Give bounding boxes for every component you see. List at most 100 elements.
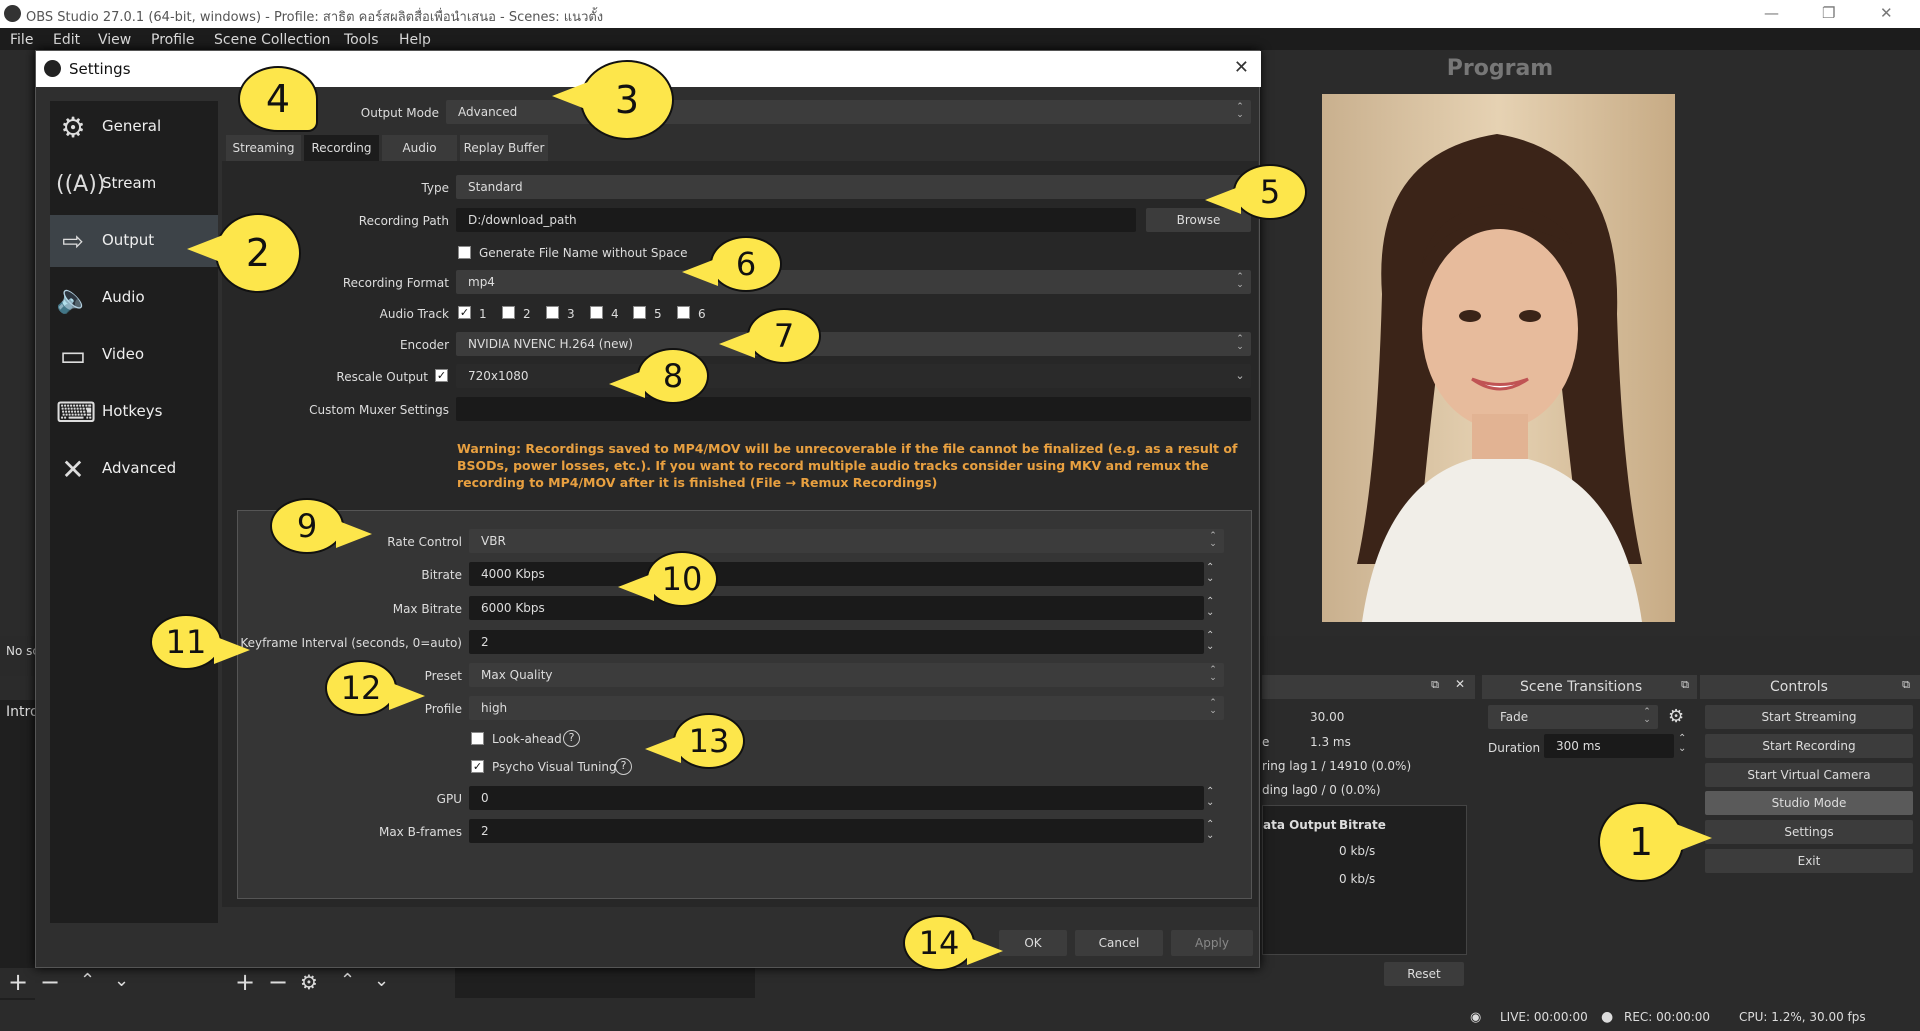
exit-button[interactable]: Exit <box>1705 849 1913 873</box>
add-source-icon[interactable]: + <box>235 968 255 996</box>
psycho-visual-checkbox[interactable]: ✓ <box>471 760 484 773</box>
bframes-input[interactable]: 2 <box>469 819 1204 843</box>
output-stats-table: ata Output Bitrate 0 kb/s 0 kb/s <box>1262 805 1467 955</box>
menu-tools[interactable]: Tools <box>344 32 379 48</box>
help-icon[interactable]: ? <box>563 730 580 747</box>
float-icon[interactable]: ⧉ <box>1431 678 1439 692</box>
source-up-icon[interactable]: ⌃ <box>340 970 355 991</box>
bframes-stepper-icon[interactable]: ⌃ ⌄ <box>1206 819 1214 841</box>
help-icon[interactable]: ? <box>615 758 632 775</box>
cancel-button[interactable]: Cancel <box>1075 930 1163 956</box>
move-up-icon[interactable]: ⌃ <box>80 970 95 991</box>
sidebar-label: Video <box>102 345 145 363</box>
menu-profile[interactable]: Profile <box>151 32 195 48</box>
settings-title: Settings <box>69 60 131 78</box>
generate-name-checkbox[interactable] <box>458 246 471 259</box>
close-dialog-icon[interactable]: ✕ <box>1234 57 1249 78</box>
generate-name-label: Generate File Name without Space <box>479 246 688 260</box>
type-select[interactable]: Standard⌃⌄ <box>456 175 1251 199</box>
move-down-icon[interactable]: ⌄ <box>114 970 129 991</box>
stat-render-lag: 1 / 14910 (0.0%) <box>1310 759 1412 773</box>
source-down-icon[interactable]: ⌄ <box>374 970 389 991</box>
scenes-list[interactable]: Intro <box>0 700 39 1000</box>
maximize-icon[interactable]: ❐ <box>1822 4 1835 22</box>
tab-streaming[interactable]: Streaming <box>226 135 301 161</box>
rate-control-select[interactable]: VBR ⌃ ⌄ <box>469 529 1224 553</box>
track-3-checkbox[interactable] <box>546 306 559 319</box>
start-recording-button[interactable]: Start Recording <box>1705 734 1913 758</box>
rescale-combobox[interactable]: 720x1080 ⌄ <box>456 364 1251 388</box>
menu-help[interactable]: Help <box>399 32 431 48</box>
ok-button[interactable]: OK <box>999 930 1067 956</box>
menu-view[interactable]: View <box>98 32 131 48</box>
transition-select[interactable]: Fade ⌃ ⌄ <box>1488 705 1658 729</box>
max-bitrate-input[interactable]: 6000 Kbps <box>469 596 1204 620</box>
controls-title: Controls <box>1770 679 1828 695</box>
bitrate-label: Bitrate <box>421 568 462 582</box>
sidebar-label: Output <box>102 231 155 249</box>
start-virtual-camera-button[interactable]: Start Virtual Camera <box>1705 763 1913 787</box>
reset-button[interactable]: Reset <box>1384 962 1464 986</box>
stat-encode-lag-label: ding lag <box>1262 783 1311 797</box>
gpu-stepper-icon[interactable]: ⌃ ⌄ <box>1206 786 1214 808</box>
tab-audio[interactable]: Audio <box>382 135 457 161</box>
sidebar-item-stream[interactable]: ((A)) Stream <box>50 158 218 210</box>
bitrate-input[interactable]: 4000 Kbps <box>469 562 1204 586</box>
sidebar-item-video[interactable]: ▭ Video <box>50 329 218 381</box>
tab-replay-buffer[interactable]: Replay Buffer <box>460 135 548 161</box>
float-transitions-icon[interactable]: ⧉ <box>1681 678 1689 692</box>
start-streaming-button[interactable]: Start Streaming <box>1705 705 1913 729</box>
encoder-select[interactable]: NVIDIA NVENC H.264 (new) ⌃ ⌄ <box>456 332 1251 356</box>
keyframe-input[interactable]: 2 <box>469 630 1204 654</box>
max-bitrate-stepper-icon[interactable]: ⌃ ⌄ <box>1206 596 1214 618</box>
stat-frame-time: 1.3 ms <box>1310 735 1351 749</box>
float-controls-icon[interactable]: ⧉ <box>1902 678 1910 692</box>
duration-input[interactable]: 300 ms <box>1544 734 1674 758</box>
track-6-checkbox[interactable] <box>677 306 690 319</box>
bitrate-stepper-icon[interactable]: ⌃ ⌄ <box>1206 562 1214 584</box>
track-2-checkbox[interactable] <box>502 306 515 319</box>
tools-icon: ✕ <box>61 453 85 486</box>
scene-item[interactable]: Intro <box>6 704 39 720</box>
track-4-checkbox[interactable] <box>590 306 603 319</box>
duration-stepper-icon[interactable]: ⌃ ⌄ <box>1678 734 1686 754</box>
callout-number: 9 <box>296 507 318 545</box>
close-icon[interactable]: ✕ <box>1880 4 1893 22</box>
format-select[interactable]: mp4 ⌃ ⌄ <box>456 270 1251 294</box>
remove-scene-icon[interactable]: − <box>40 968 60 996</box>
apply-button[interactable]: Apply <box>1171 930 1253 956</box>
close-stats-icon[interactable]: ✕ <box>1455 677 1465 691</box>
keyframe-stepper-icon[interactable]: ⌃ ⌄ <box>1206 630 1214 652</box>
muxer-settings-input[interactable] <box>456 397 1251 421</box>
rescale-value: 720x1080 <box>468 369 529 383</box>
menu-file[interactable]: File <box>10 32 33 48</box>
add-scene-icon[interactable]: + <box>8 968 28 996</box>
sidebar-item-advanced[interactable]: ✕ Advanced <box>50 443 218 495</box>
tab-recording[interactable]: Recording <box>304 135 379 161</box>
lookahead-checkbox[interactable] <box>471 732 484 745</box>
source-gear-icon[interactable]: ⚙ <box>300 970 318 994</box>
studio-mode-button[interactable]: Studio Mode <box>1705 791 1913 815</box>
profile-select[interactable]: high ⌃ ⌄ <box>469 696 1224 720</box>
sidebar-item-general[interactable]: ⚙ General <box>50 101 218 153</box>
mixer-area <box>455 968 755 998</box>
menu-scene-collection[interactable]: Scene Collection <box>214 32 330 48</box>
minimize-icon[interactable]: — <box>1764 4 1779 22</box>
sidebar-label: Stream <box>102 174 157 192</box>
gpu-input[interactable]: 0 <box>469 786 1204 810</box>
chevron-updown-icon: ⌃⌄ <box>1236 334 1244 352</box>
rescale-checkbox[interactable]: ✓ <box>435 369 448 382</box>
menu-edit[interactable]: Edit <box>53 32 80 48</box>
preset-select[interactable]: Max Quality ⌃ ⌄ <box>469 663 1224 687</box>
max-bitrate-value: 6000 Kbps <box>481 601 545 615</box>
sidebar-item-hotkeys[interactable]: ⌨ Hotkeys <box>50 386 218 438</box>
callout-2: 2 <box>187 213 301 293</box>
track-5-checkbox[interactable] <box>633 306 646 319</box>
track-1-checkbox[interactable]: ✓ <box>458 306 471 319</box>
track-3-label: 3 <box>567 307 575 321</box>
recording-path-input[interactable]: D:/download_path <box>456 208 1136 232</box>
sidebar-item-audio[interactable]: 🔈 Audio <box>50 272 218 324</box>
remove-source-icon[interactable]: − <box>268 968 288 996</box>
transition-gear-icon[interactable]: ⚙ <box>1668 706 1684 727</box>
settings-button[interactable]: Settings <box>1705 820 1913 844</box>
